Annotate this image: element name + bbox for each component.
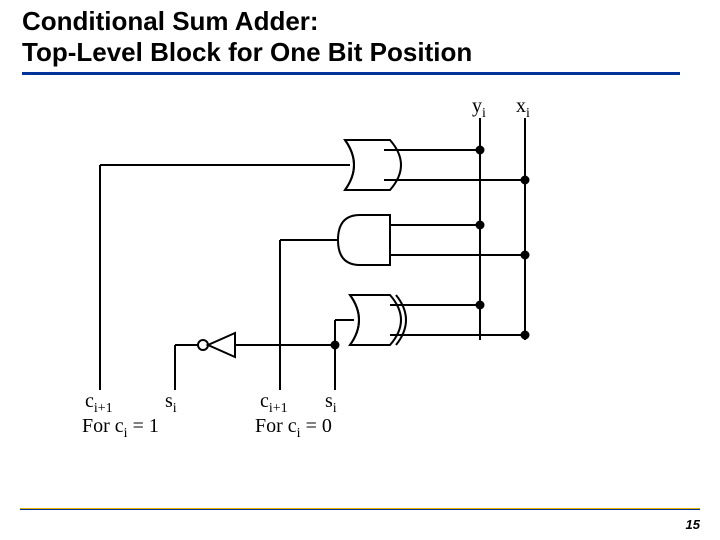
or-gate-icon <box>100 140 529 390</box>
label-y: yi <box>472 95 486 122</box>
label-s-left: si <box>165 390 177 417</box>
and-gate-icon <box>280 215 529 390</box>
label-s-right: si <box>325 390 337 417</box>
footer-rule <box>20 508 700 510</box>
label-for-ci-1: For ci = 1 <box>82 415 159 442</box>
circuit-svg <box>60 100 660 430</box>
label-c-left: ci+1 <box>85 390 113 417</box>
title-line-2: Top-Level Block for One Bit Position <box>22 37 472 67</box>
label-for-ci-0: For ci = 0 <box>255 415 332 442</box>
slide-title: Conditional Sum Adder: Top-Level Block f… <box>22 6 680 75</box>
page-number: 15 <box>686 517 700 532</box>
title-line-1: Conditional Sum Adder: <box>22 6 319 36</box>
label-x: xi <box>516 95 530 122</box>
circuit-diagram: yi xi <box>60 100 660 450</box>
label-c-right: ci+1 <box>260 390 288 417</box>
not-gate-icon <box>175 333 235 390</box>
